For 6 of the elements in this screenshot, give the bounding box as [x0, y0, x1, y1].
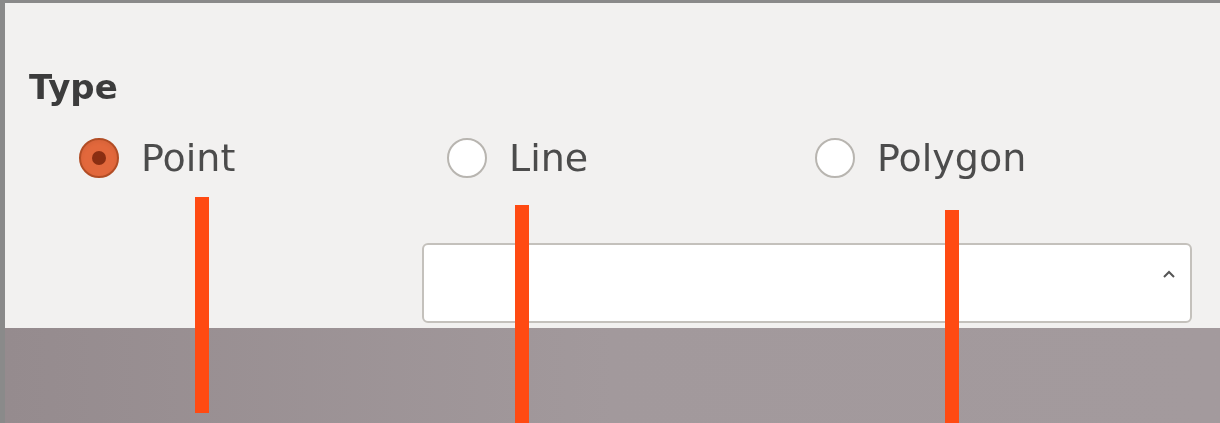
radio-option[interactable]: Line [447, 131, 815, 185]
chevron-up-icon [1162, 269, 1176, 279]
radio-option[interactable]: Point [79, 131, 447, 185]
section-title: Type [29, 66, 118, 109]
radio-option[interactable]: Polygon [815, 131, 1183, 185]
dropdown[interactable] [422, 243, 1192, 323]
